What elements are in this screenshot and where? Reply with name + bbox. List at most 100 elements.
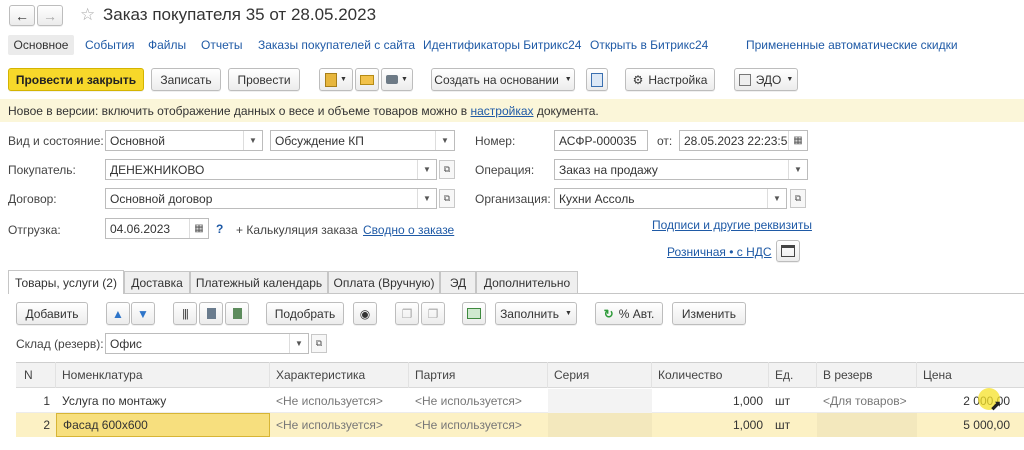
row-nomenclature[interactable]: Услуга по монтажу xyxy=(56,389,270,413)
nav-link-reports[interactable]: Отчеты xyxy=(201,38,242,52)
row-unit[interactable]: шт xyxy=(769,413,817,437)
forward-button[interactable]: → xyxy=(37,5,63,26)
chevron-down-icon[interactable]: ▼ xyxy=(243,131,262,150)
move-up-button[interactable]: ▲ xyxy=(106,302,130,325)
tab-payment-manual[interactable]: Оплата (Вручную) xyxy=(328,271,440,293)
row-batch[interactable]: <Не используется> xyxy=(409,413,548,437)
shipment-date-field[interactable]: 04.06.2023 ▦ xyxy=(105,218,209,239)
copy-button[interactable]: ❐ xyxy=(395,302,419,325)
row-nomenclature[interactable]: Фасад 600x600 xyxy=(56,413,270,437)
chevron-down-icon[interactable]: ▼ xyxy=(767,189,786,208)
chevron-down-icon: ▼ xyxy=(564,76,572,83)
row-unit[interactable]: шт xyxy=(769,389,817,413)
pick-button[interactable]: Подобрать xyxy=(266,302,344,325)
barcode-button[interactable]: ||| xyxy=(173,302,197,325)
row-price[interactable]: 5 000,00 xyxy=(917,413,1024,437)
help-icon[interactable]: ? xyxy=(216,222,223,236)
row-quantity[interactable]: 1,000 xyxy=(652,389,769,413)
nav-link-bitrix-ids[interactable]: Идентификаторы Битрикс24 xyxy=(423,38,581,52)
row-quantity[interactable]: 1,000 xyxy=(652,413,769,437)
price-type-link[interactable]: Розничная • с НДС xyxy=(667,245,772,259)
add-row-button[interactable]: Добавить xyxy=(16,302,88,325)
buyer-open-button[interactable]: ⧉ xyxy=(439,160,455,179)
operation-select[interactable]: Заказ на продажу ▼ xyxy=(554,159,808,180)
row-price[interactable]: 2 000,00 xyxy=(917,389,1024,413)
nav-link-files[interactable]: Файлы xyxy=(148,38,186,52)
col-header-batch[interactable]: Партия xyxy=(409,362,548,388)
organization-field[interactable]: Кухни Ассоль ▼ xyxy=(554,188,787,209)
attach-dropdown-button[interactable]: ▼ xyxy=(319,68,353,91)
row-batch[interactable]: <Не используется> xyxy=(409,389,548,413)
paste-button[interactable]: ❐ xyxy=(421,302,445,325)
post-button[interactable]: Провести xyxy=(228,68,300,91)
tab-payment-calendar[interactable]: Платежный календарь xyxy=(190,271,328,293)
row-characteristic[interactable]: <Не используется> xyxy=(270,413,409,437)
chevron-down-icon[interactable]: ▼ xyxy=(417,189,436,208)
create-based-on-button[interactable]: Создать на основании ▼ xyxy=(431,68,575,91)
tab-delivery[interactable]: Доставка xyxy=(124,271,190,293)
col-header-quantity[interactable]: Количество xyxy=(652,362,769,388)
edo-button[interactable]: ЭДО ▼ xyxy=(734,68,798,91)
order-calculation-link[interactable]: + Калькуляция заказа xyxy=(236,223,358,237)
nav-link-open-bitrix[interactable]: Открыть в Битрикс24 xyxy=(590,38,708,52)
email-button[interactable] xyxy=(355,68,379,91)
col-header-series[interactable]: Серия xyxy=(548,362,652,388)
tab-ed[interactable]: ЭД xyxy=(440,271,476,293)
signatures-link[interactable]: Подписи и другие реквизиты xyxy=(652,218,812,232)
nav-link-site-orders[interactable]: Заказы покупателей с сайта xyxy=(258,38,415,52)
contract-field[interactable]: Основной договор ▼ xyxy=(105,188,437,209)
order-summary-link[interactable]: Сводно о заказе xyxy=(363,223,454,237)
view-button[interactable]: ◉ xyxy=(353,302,377,325)
calendar-icon[interactable]: ▦ xyxy=(788,131,807,150)
tabs-baseline xyxy=(8,293,1024,294)
change-button[interactable]: Изменить xyxy=(672,302,746,325)
warehouse-open-button[interactable]: ⧉ xyxy=(311,334,327,353)
chevron-down-icon[interactable]: ▼ xyxy=(435,131,454,150)
document-date-field[interactable]: 28.05.2023 22:23:58 ▦ xyxy=(679,130,808,151)
favorite-star-icon[interactable]: ☆ xyxy=(80,5,95,25)
notice-settings-link[interactable]: настройках xyxy=(470,104,533,118)
col-header-unit[interactable]: Ед. xyxy=(769,362,817,388)
tab-additional[interactable]: Дополнительно xyxy=(476,271,578,293)
col-header-price[interactable]: Цена xyxy=(917,362,1024,388)
col-header-characteristic[interactable]: Характеристика xyxy=(270,362,409,388)
chevron-down-icon[interactable]: ▼ xyxy=(788,160,807,179)
data-collection-button[interactable] xyxy=(225,302,249,325)
organization-open-button[interactable]: ⧉ xyxy=(790,189,806,208)
back-button[interactable]: ← xyxy=(9,5,35,26)
row-series[interactable] xyxy=(548,413,652,437)
price-settings-button[interactable] xyxy=(776,240,800,262)
buyer-field[interactable]: ДЕНЕЖНИКОВО ▼ xyxy=(105,159,437,180)
scanner-button[interactable] xyxy=(199,302,223,325)
number-field[interactable]: АСФР-000035 xyxy=(554,130,648,151)
row-series[interactable] xyxy=(548,389,652,413)
nav-link-auto-discounts[interactable]: Примененные автоматические скидки xyxy=(746,38,958,52)
col-header-nomenclature[interactable]: Номенклатура xyxy=(56,362,270,388)
row-reserve[interactable]: <Для товаров> xyxy=(817,389,917,413)
calendar-icon[interactable]: ▦ xyxy=(189,219,208,238)
settings-button[interactable]: ⚙ Настройка xyxy=(625,68,715,91)
nav-tab-main[interactable]: Основное xyxy=(8,35,74,55)
status-kind-select[interactable]: Основной ▼ xyxy=(105,130,263,151)
chevron-down-icon[interactable]: ▼ xyxy=(417,160,436,179)
table-edit-button[interactable] xyxy=(462,302,486,325)
col-header-n[interactable]: N xyxy=(16,362,56,388)
status-state-select[interactable]: Обсуждение КП ▼ xyxy=(270,130,455,151)
nav-link-events[interactable]: События xyxy=(85,38,135,52)
structure-button[interactable] xyxy=(586,68,608,91)
row-reserve[interactable] xyxy=(817,413,917,437)
move-down-button[interactable]: ▼ xyxy=(131,302,155,325)
open-form-icon: ⧉ xyxy=(443,164,451,174)
col-header-reserve[interactable]: В резерв xyxy=(817,362,917,388)
save-button[interactable]: Записать xyxy=(151,68,221,91)
fill-dropdown-button[interactable]: Заполнить ▼ xyxy=(495,302,577,325)
post-and-close-button[interactable]: Провести и закрыть xyxy=(8,68,144,91)
tab-goods-services[interactable]: Товары, услуги (2) xyxy=(8,270,124,294)
copy-icon: ❐ xyxy=(401,306,413,321)
row-characteristic[interactable]: <Не используется> xyxy=(270,389,409,413)
print-dropdown-button[interactable]: ▼ xyxy=(381,68,413,91)
contract-open-button[interactable]: ⧉ xyxy=(439,189,455,208)
warehouse-field[interactable]: Офис ▼ xyxy=(105,333,309,354)
auto-discount-button[interactable]: ↻ % Авт. xyxy=(595,302,663,325)
chevron-down-icon[interactable]: ▼ xyxy=(289,334,308,353)
